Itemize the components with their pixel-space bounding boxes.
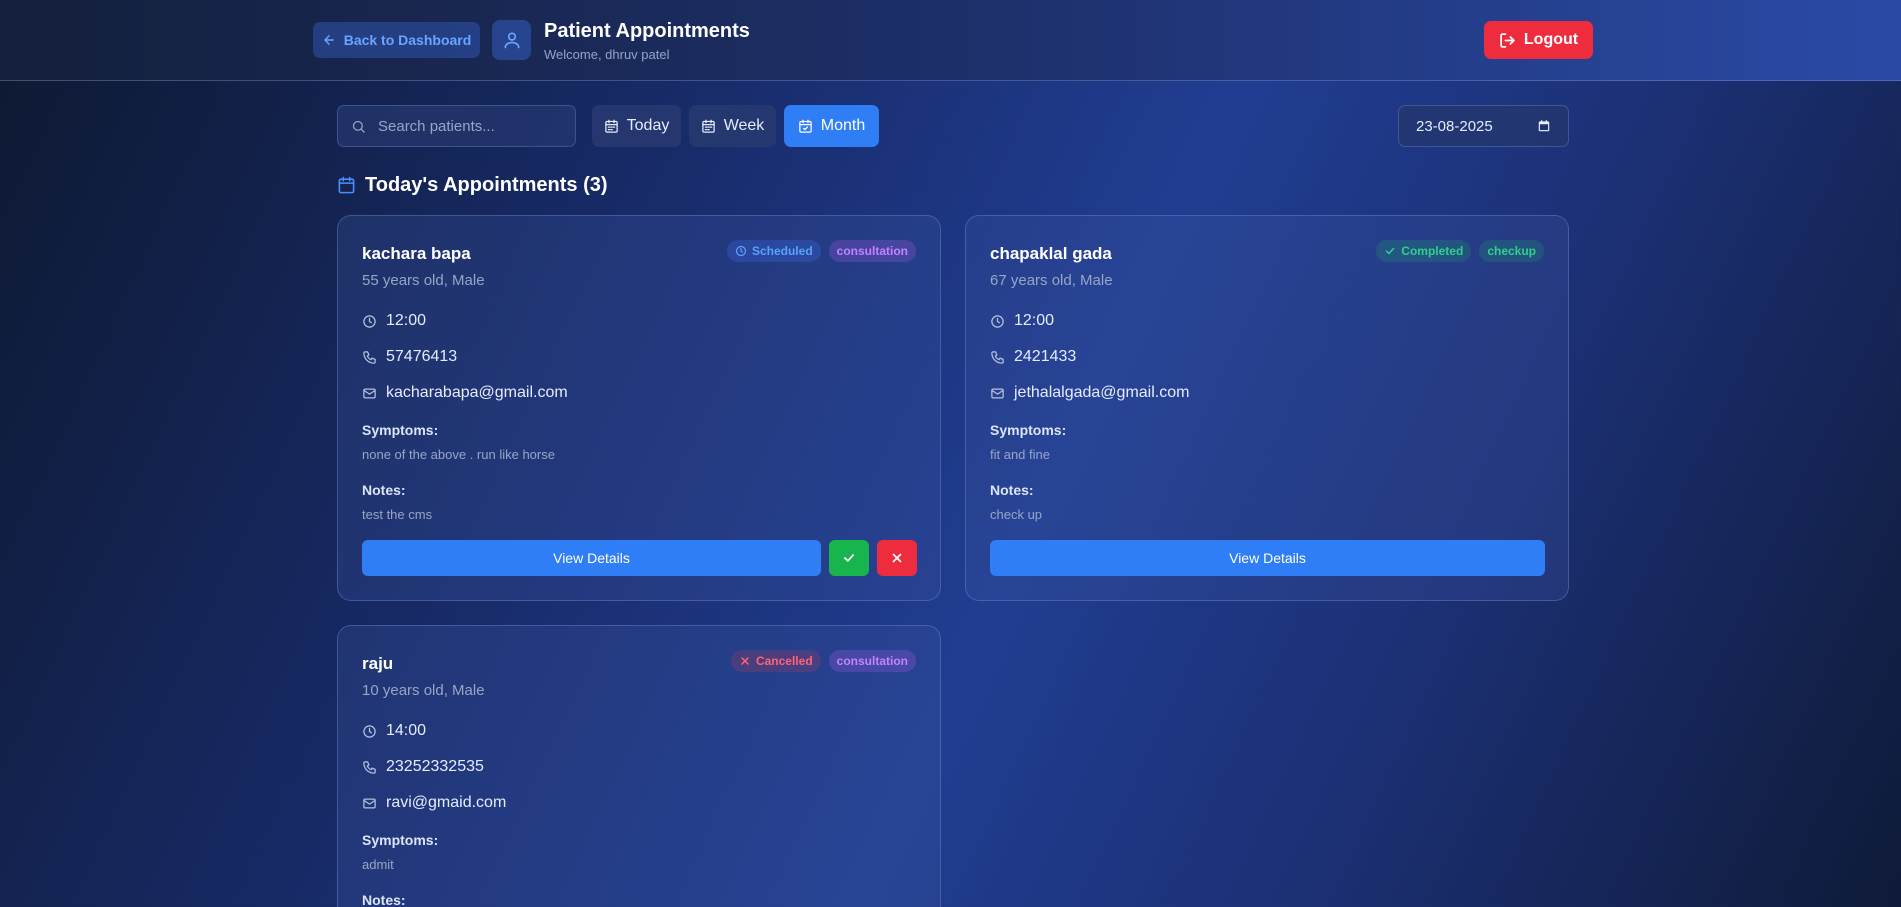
patient-age-gender: 10 years old, Male bbox=[362, 682, 485, 699]
patient-phone: 57476413 bbox=[386, 348, 458, 365]
complete-button[interactable] bbox=[829, 540, 869, 576]
logout-icon bbox=[1500, 32, 1515, 48]
phone-row: 23252332535 bbox=[362, 758, 484, 776]
view-details-button[interactable]: View Details bbox=[362, 540, 821, 576]
phone-row: 2421433 bbox=[990, 348, 1076, 366]
notes-text: test the cms bbox=[362, 507, 433, 522]
logout-label: Logout bbox=[1523, 31, 1579, 48]
type-badge: checkup bbox=[1479, 240, 1544, 262]
check-icon bbox=[1386, 247, 1395, 255]
patient-phone: 23252332535 bbox=[386, 758, 484, 775]
calendar-icon bbox=[604, 119, 618, 133]
logout-button[interactable]: Logout bbox=[1484, 21, 1593, 59]
mail-icon bbox=[991, 388, 1004, 398]
notes-label: Notes: bbox=[362, 482, 406, 498]
filter-week-label: Week bbox=[723, 117, 765, 134]
symptoms-text: fit and fine bbox=[990, 447, 1050, 462]
arrow-left-icon bbox=[323, 35, 334, 45]
top-header: Back to Dashboard Patient Appointments W… bbox=[0, 0, 1901, 81]
mail-icon bbox=[363, 798, 376, 808]
date-value: 23-08-2025 bbox=[1416, 117, 1493, 135]
phone-icon bbox=[991, 350, 1004, 364]
patient-name: raju bbox=[362, 654, 394, 673]
close-icon bbox=[892, 553, 902, 563]
patient-email: jethalalgada@gmail.com bbox=[1014, 384, 1190, 401]
notes-label: Notes: bbox=[990, 482, 1034, 498]
filter-month-label: Month bbox=[820, 117, 866, 134]
patient-phone: 2421433 bbox=[1014, 348, 1077, 365]
search-box bbox=[337, 105, 576, 147]
email-row: kacharabapa@gmail.com bbox=[362, 384, 568, 402]
back-button-label: Back to Dashboard bbox=[343, 32, 472, 48]
patient-name: kachara bapa bbox=[362, 244, 471, 263]
calendar-icon bbox=[701, 119, 715, 133]
symptoms-label: Symptoms: bbox=[990, 422, 1067, 438]
date-picker[interactable]: 23-08-2025 bbox=[1398, 105, 1569, 147]
clock-icon bbox=[363, 314, 376, 328]
time-row: 12:00 bbox=[990, 312, 1054, 330]
patient-email: ravi@gmaid.com bbox=[386, 794, 507, 811]
appointment-time: 14:00 bbox=[386, 722, 427, 739]
back-to-dashboard-button[interactable]: Back to Dashboard bbox=[313, 22, 480, 58]
notes-text: check up bbox=[990, 507, 1043, 522]
filter-month-button[interactable]: Month bbox=[784, 105, 879, 147]
status-badge: Scheduled bbox=[726, 240, 821, 262]
search-input[interactable] bbox=[378, 117, 568, 135]
appointment-card: kachara bapa 55 years old, Male Schedule… bbox=[337, 215, 941, 601]
appointment-time: 12:00 bbox=[386, 312, 427, 329]
phone-icon bbox=[363, 760, 376, 774]
status-label: Scheduled bbox=[751, 244, 813, 258]
mail-icon bbox=[363, 388, 376, 398]
search-icon bbox=[352, 120, 365, 133]
symptoms-text: none of the above . run like horse bbox=[362, 447, 555, 462]
time-row: 12:00 bbox=[362, 312, 426, 330]
page-title: Patient Appointments bbox=[544, 20, 750, 42]
filter-week-button[interactable]: Week bbox=[689, 105, 776, 147]
email-row: jethalalgada@gmail.com bbox=[990, 384, 1189, 402]
email-row: ravi@gmaid.com bbox=[362, 794, 506, 812]
filter-today-label: Today bbox=[626, 117, 670, 134]
status-label: Completed bbox=[1401, 244, 1464, 258]
clock-icon bbox=[735, 245, 747, 257]
symptoms-label: Symptoms: bbox=[362, 832, 439, 848]
appointment-card: chapaklal gada 67 years old, Male Comple… bbox=[965, 215, 1569, 601]
symptoms-text: admit bbox=[362, 857, 394, 872]
welcome-text: Welcome, dhruv patel bbox=[544, 47, 670, 62]
patient-name: chapaklal gada bbox=[990, 244, 1112, 263]
appointment-card: raju 10 years old, Male Cancelled consul… bbox=[337, 625, 941, 907]
view-details-button[interactable]: View Details bbox=[990, 540, 1545, 576]
patient-age-gender: 67 years old, Male bbox=[990, 272, 1113, 289]
appointment-time: 12:00 bbox=[1014, 312, 1055, 329]
status-badge: Cancelled bbox=[730, 650, 821, 672]
filter-today-button[interactable]: Today bbox=[592, 105, 681, 147]
close-icon bbox=[741, 657, 749, 665]
clock-icon bbox=[363, 724, 376, 738]
time-row: 14:00 bbox=[362, 722, 426, 740]
cancel-button[interactable] bbox=[877, 540, 917, 576]
notes-label: Notes: bbox=[362, 892, 406, 907]
clock-icon bbox=[991, 314, 1004, 328]
calendar-check-icon bbox=[799, 119, 812, 133]
patient-email: kacharabapa@gmail.com bbox=[386, 384, 568, 401]
section-heading: Today's Appointments (3) bbox=[337, 174, 608, 197]
symptoms-label: Symptoms: bbox=[362, 422, 439, 438]
calendar-icon bbox=[338, 176, 355, 194]
status-badge: Completed bbox=[1376, 240, 1472, 262]
section-title: Today's Appointments (3) bbox=[365, 174, 608, 196]
type-badge: consultation bbox=[828, 650, 916, 672]
user-icon bbox=[504, 32, 519, 49]
status-label: Cancelled bbox=[755, 654, 813, 668]
phone-row: 57476413 bbox=[362, 348, 457, 366]
user-avatar bbox=[492, 20, 531, 60]
patient-age-gender: 55 years old, Male bbox=[362, 272, 485, 289]
phone-icon bbox=[363, 350, 376, 364]
calendar-icon[interactable] bbox=[1537, 119, 1551, 133]
check-icon bbox=[844, 554, 854, 562]
type-badge: consultation bbox=[828, 240, 916, 262]
